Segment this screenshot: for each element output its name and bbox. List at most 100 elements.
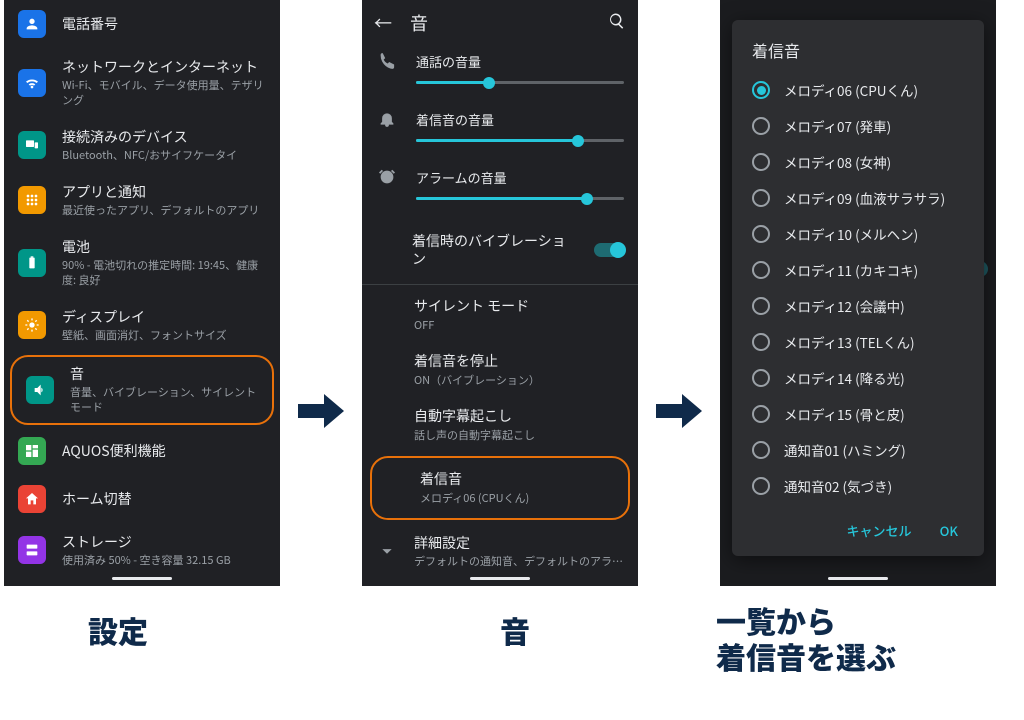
option-label: メロディ15 (骨と皮) xyxy=(784,406,905,423)
slider-track[interactable] xyxy=(416,81,624,84)
settings-item-aquos[interactable]: AQUOS便利機能 xyxy=(4,427,280,475)
slider-label: 着信音の音量 xyxy=(416,110,624,129)
slider-track[interactable] xyxy=(416,139,624,142)
radio-icon xyxy=(752,333,770,351)
page-title: 音 xyxy=(410,10,590,36)
option-label: 通知音02 (気づき) xyxy=(784,478,892,495)
ringtone-picker-screen: ← 着信音 メロディ06 (CPUくん)メロディ07 (発車)メロディ08 (女… xyxy=(720,0,996,586)
settings-item-network[interactable]: ネットワークとインターネット Wi-Fi、モバイル、データ使用量、テザリング xyxy=(4,48,280,118)
advanced-row[interactable]: 詳細設定 デフォルトの通知音、デフォルトのアラ… xyxy=(362,524,638,579)
ringtone-option[interactable]: メロディ12 (会議中) xyxy=(740,288,976,324)
settings-item-battery[interactable]: 電池 90% - 電池切れの推定時間: 19:45、健康度: 良好 xyxy=(4,228,280,298)
option-label: 通知音01 (ハミング) xyxy=(784,442,906,459)
live-caption-row[interactable]: 自動字幕起こし 話し声の自動字幕起こし xyxy=(362,397,638,452)
ringtone-list[interactable]: メロディ06 (CPUくん) メロディ07 (発車) メロディ08 (女神) メロディ… xyxy=(740,72,976,511)
item-sub: 最近使ったアプリ、デフォルトのアプリ xyxy=(62,203,266,218)
ringtone-option[interactable]: メロディ15 (骨と皮) xyxy=(740,396,976,432)
radio-icon xyxy=(752,297,770,315)
ringtone-option[interactable]: メロディ09 (血液サラサラ) xyxy=(740,180,976,216)
caption-choose: 一覧から 着信音を選ぶ xyxy=(716,602,896,674)
battery-icon xyxy=(18,249,46,277)
option-label: メロディ08 (女神) xyxy=(784,154,891,171)
item-sub: ON（バイブレーション） xyxy=(414,373,624,388)
devices-icon xyxy=(18,131,46,159)
alarm-icon xyxy=(376,168,398,186)
item-sub: 使用済み 50% - 空き容量 32.15 GB xyxy=(62,553,266,568)
volume-slider-row[interactable]: アラームの音量 xyxy=(362,162,638,220)
option-label: メロディ13 (TELくん) xyxy=(784,334,915,351)
ringtone-option[interactable]: メロディ08 (女神) xyxy=(740,144,976,180)
item-title: 電池 xyxy=(62,238,266,256)
settings-item-storage[interactable]: ストレージ 使用済み 50% - 空き容量 32.15 GB xyxy=(4,523,280,578)
ringtone-option[interactable]: メロディ10 (メルヘン) xyxy=(740,216,976,252)
ringtone-option[interactable]: 通知音02 (気づき) xyxy=(740,468,976,504)
settings-item-display[interactable]: ディスプレイ 壁紙、画面消灯、フォントサイズ xyxy=(4,298,280,353)
caption-sound: 音 xyxy=(500,612,530,648)
chevron-down-icon xyxy=(376,542,398,560)
item-sub: 90% - 電池切れの推定時間: 19:45、健康度: 良好 xyxy=(62,258,266,288)
settings-item-apps[interactable]: アプリと通知 最近使ったアプリ、デフォルトのアプリ xyxy=(4,173,280,228)
slider-track[interactable] xyxy=(416,197,624,200)
option-label: メロディ11 (カキコキ) xyxy=(784,262,918,279)
nav-indicator[interactable] xyxy=(112,577,172,580)
radio-icon xyxy=(752,117,770,135)
ringtone-option[interactable]: メロディ06 (CPUくん) xyxy=(740,72,976,108)
radio-icon xyxy=(752,153,770,171)
slider-thumb[interactable] xyxy=(581,193,593,205)
ringtone-option[interactable]: メロディ13 (TELくん) xyxy=(740,324,976,360)
home-icon xyxy=(18,485,46,513)
display-icon xyxy=(18,311,46,339)
option-label: メロディ10 (メルヘン) xyxy=(784,226,918,243)
wifi-icon xyxy=(18,69,46,97)
volume-slider-row[interactable]: 着信音の音量 xyxy=(362,104,638,162)
back-icon[interactable]: ← xyxy=(374,10,392,36)
silent-mode-row[interactable]: サイレント モード OFF xyxy=(362,287,638,342)
vibration-label: 着信時のバイブレーション xyxy=(412,232,578,268)
item-title: ホーム切替 xyxy=(62,490,266,508)
item-title: 詳細設定 xyxy=(414,534,624,552)
option-label: メロディ12 (会議中) xyxy=(784,298,905,315)
option-label: メロディ06 (CPUくん) xyxy=(784,82,918,99)
radio-icon xyxy=(752,261,770,279)
item-sub: OFF xyxy=(414,318,624,333)
ringtone-row[interactable]: 着信音 メロディ06 (CPUくん) xyxy=(380,466,620,509)
item-sub: デフォルトの通知音、デフォルトのアラ… xyxy=(414,554,624,569)
slider-thumb[interactable] xyxy=(483,77,495,89)
ringtone-dialog: 着信音 メロディ06 (CPUくん) メロディ07 (発車) メロディ08 (女神)… xyxy=(732,20,984,556)
item-sub: メロディ06 (CPUくん) xyxy=(420,491,614,506)
item-sub: 話し声の自動字幕起こし xyxy=(414,428,624,443)
item-title: ネットワークとインターネット xyxy=(62,58,266,76)
ringtone-option[interactable]: 通知音01 (ハミング) xyxy=(740,432,976,468)
volume-slider-row[interactable]: 通話の音量 xyxy=(362,46,638,104)
item-title: AQUOS便利機能 xyxy=(62,442,266,460)
ringtone-option[interactable]: メロディ07 (発車) xyxy=(740,108,976,144)
radio-icon xyxy=(752,81,770,99)
person-icon xyxy=(18,10,46,38)
ringtone-option[interactable]: メロディ14 (降る光) xyxy=(740,360,976,396)
nav-indicator[interactable] xyxy=(828,577,888,580)
item-sub: Bluetooth、NFC/おサイフケータイ xyxy=(62,148,266,163)
divider xyxy=(362,284,638,285)
cancel-button[interactable]: キャンセル xyxy=(847,521,912,540)
slider-label: アラームの音量 xyxy=(416,168,624,187)
radio-icon xyxy=(752,405,770,423)
settings-item-phone[interactable]: 電話番号 xyxy=(4,0,280,48)
item-sub: Wi-Fi、モバイル、データ使用量、テザリング xyxy=(62,78,266,108)
apps-icon xyxy=(18,186,46,214)
settings-item-devices[interactable]: 接続済みのデバイス Bluetooth、NFC/おサイフケータイ xyxy=(4,118,280,173)
stop-ringtone-row[interactable]: 着信音を停止 ON（バイブレーション） xyxy=(362,342,638,397)
radio-icon xyxy=(752,477,770,495)
ok-button[interactable]: OK xyxy=(940,521,958,540)
ringtone-option[interactable]: メロディ11 (カキコキ) xyxy=(740,252,976,288)
caption-settings: 設定 xyxy=(88,612,148,648)
toggle-switch[interactable] xyxy=(594,243,624,257)
arrow-icon xyxy=(656,394,702,433)
settings-item-home[interactable]: ホーム切替 xyxy=(4,475,280,523)
settings-item-sound[interactable]: 音 音量、バイブレーション、サイレント モード xyxy=(20,365,264,415)
slider-thumb[interactable] xyxy=(572,135,584,147)
item-title: アプリと通知 xyxy=(62,183,266,201)
dialog-title: 着信音 xyxy=(740,34,976,72)
search-icon[interactable] xyxy=(608,12,626,34)
nav-indicator[interactable] xyxy=(470,577,530,580)
vibration-toggle-row[interactable]: 着信時のバイブレーション xyxy=(362,220,638,282)
